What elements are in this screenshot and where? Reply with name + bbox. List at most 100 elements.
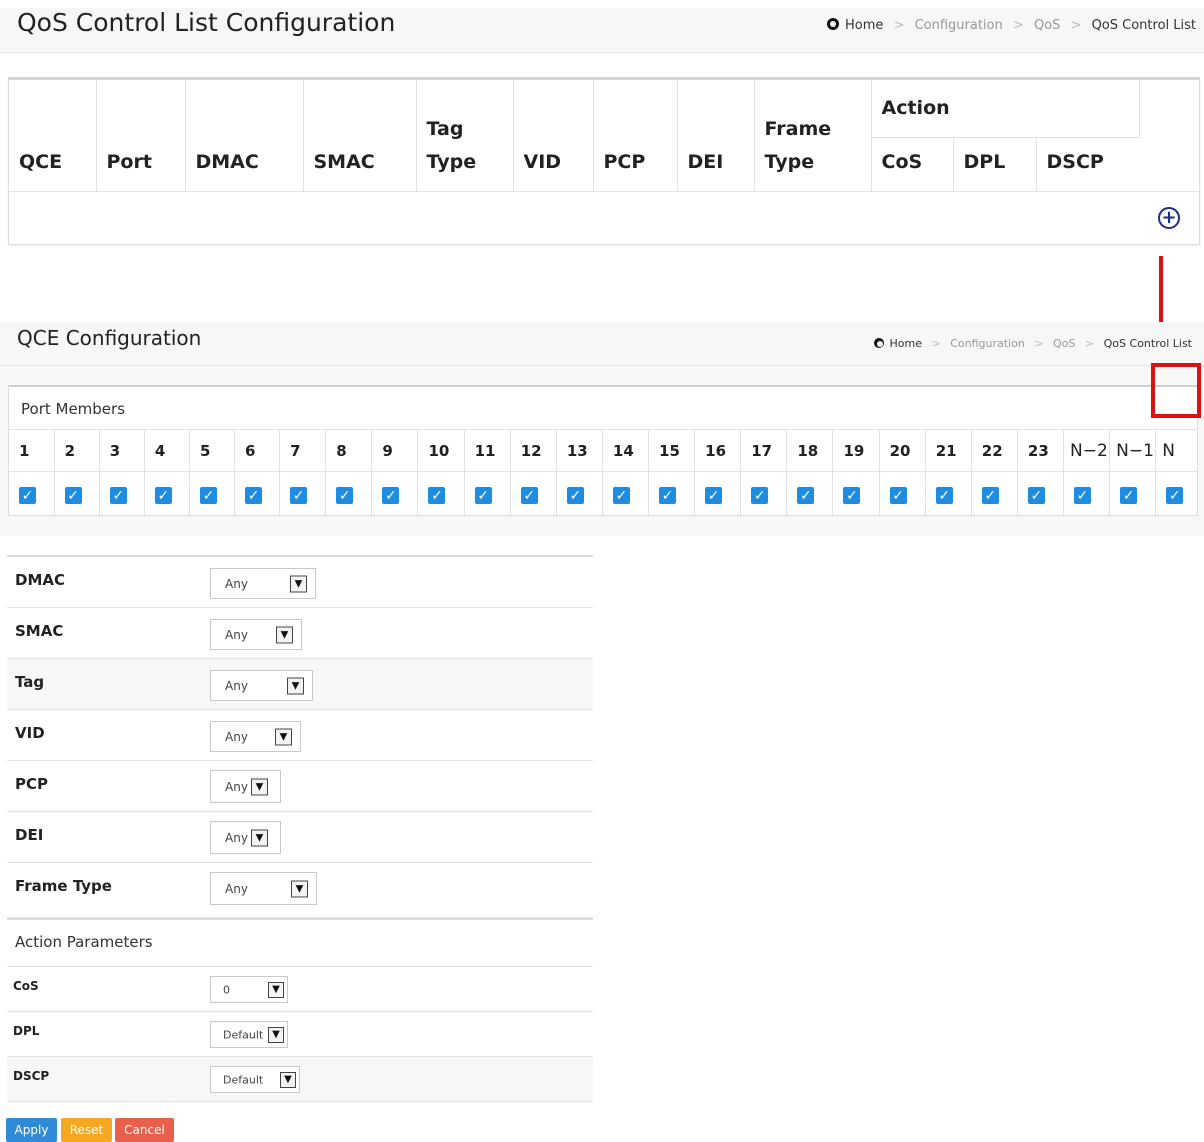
port-checkbox[interactable]: ✓ [705,487,723,504]
qce-list-table: QCE Port DMAC SMAC Tag Type VID PCP DEI F… [8,77,1200,245]
port-checkbox[interactable]: ✓ [474,487,492,504]
chevron-down-icon: ▼ [287,677,304,694]
port-checkbox[interactable]: ✓ [935,487,953,504]
col-tag-type-line2: Type [426,150,477,173]
port-checkbox-cell: ✓ [879,471,926,517]
col-frame-type: Frame Type [754,80,872,192]
port-checkbox[interactable]: ✓ [154,487,172,504]
port-checkbox[interactable]: ✓ [290,487,308,504]
port-label: 8 [325,429,373,472]
port-checkbox[interactable]: ✓ [797,487,815,504]
port-members-table: 1 2 3 4 5 6 7 8 9 10 11 12 13 14 15 16 17 18 19 20 21 22 23 N−2… [9,429,1197,517]
port-checkbox-cell: ✓ [832,471,880,517]
cancel-button[interactable]: Cancel [115,1118,174,1142]
port-checkbox-cell: ✓ [99,471,145,517]
port-checkbox-cell: ✓ [510,471,557,517]
smac-select-value: Any [225,627,248,642]
port-checkbox[interactable]: ✓ [19,487,36,504]
breadcrumb-configuration[interactable]: Configuration [915,18,1003,33]
port-checkbox[interactable]: ✓ [1120,487,1138,504]
port-checkbox[interactable]: ✓ [612,487,630,504]
chevron-down-icon: ▼ [291,880,308,897]
tag-select-value: Any [225,678,248,693]
col-dpl: DPL [953,137,1037,192]
port-label: 15 [648,429,696,472]
port-checkbox[interactable]: ✓ [199,487,217,504]
col-tag-type-line1: Tag [426,117,464,140]
port-label: 14 [602,429,650,472]
port-label: 11 [464,429,511,472]
port-checkbox[interactable]: ✓ [428,487,446,504]
port-label: 4 [144,429,190,472]
port-checkbox[interactable]: ✓ [520,487,538,504]
pcp-label: PCP [15,775,48,793]
dei-select[interactable]: Any ▼ [210,821,281,854]
port-checkbox-cell: ✓ [971,471,1018,517]
port-checkbox[interactable]: ✓ [382,487,400,504]
vid-select[interactable]: Any ▼ [210,721,301,752]
col-dei: DEI [677,80,755,192]
plus-circle-icon[interactable]: + [1158,206,1180,229]
smac-select[interactable]: Any ▼ [210,619,302,650]
dpl-select[interactable]: Default ▼ [210,1021,288,1048]
port-checkbox[interactable]: ✓ [336,487,354,504]
chevron-down-icon: ▼ [251,778,268,795]
port-checkbox[interactable]: ✓ [981,487,999,504]
port-number-row: 1 2 3 4 5 6 7 8 9 10 11 12 13 14 15 16 17 18 19 20 21 22 23 N−2… [9,429,1197,472]
port-checkbox-cell: ✓ [1017,471,1065,517]
pcp-select-value: Any [225,779,248,794]
dscp-row: DSCP Default ▼ [7,1057,593,1102]
port-label: 17 [740,429,788,472]
add-cell: + [1139,191,1199,244]
apply-button[interactable]: Apply [6,1118,57,1142]
port-label: 3 [99,429,145,472]
cos-select[interactable]: 0 ▼ [210,976,288,1003]
dscp-select-value: Default [223,1073,264,1086]
col-dscp: DSCP [1036,137,1139,192]
reset-button[interactable]: Reset [61,1118,112,1142]
port-checkbox[interactable]: ✓ [751,487,769,504]
tag-select[interactable]: Any ▼ [210,670,313,701]
port-label: 7 [279,429,327,472]
port-checkbox[interactable]: ✓ [889,487,907,504]
port-checkbox[interactable]: ✓ [245,487,263,504]
port-checkbox[interactable]: ✓ [1074,487,1092,504]
page-title: QoS Control List Configuration [17,8,396,37]
dpl-row: DPL Default ▼ [7,1012,593,1057]
breadcrumb-qos[interactable]: QoS [1034,18,1060,33]
port-checkbox[interactable]: ✓ [109,487,127,504]
breadcrumb-separator: > [931,337,941,350]
port-checkbox-cell: ✓ [602,471,650,517]
breadcrumb-qos[interactable]: QoS [1053,337,1075,350]
port-members-panel: Port Members 1 2 3 4 5 6 7 8 9 10 11 12 13 14 15 16 17 18… [0,366,1204,536]
vid-label: VID [15,724,45,742]
vid-row: VID Any ▼ [7,710,593,761]
port-checkbox-cell: ✓ [925,471,972,517]
dmac-row: DMAC Any ▼ [7,557,593,608]
port-checkbox[interactable]: ✓ [1027,487,1045,504]
port-label: 19 [832,429,880,472]
port-label: N−2 [1063,429,1111,472]
frame-type-select[interactable]: Any ▼ [210,872,317,905]
port-checkbox[interactable]: ✓ [843,487,861,504]
port-label: 9 [371,429,419,472]
col-dmac: DMAC [185,80,304,192]
port-checkbox[interactable]: ✓ [1166,487,1184,504]
port-checkbox-cell: ✓ [786,471,834,517]
dscp-select[interactable]: Default ▼ [210,1066,300,1093]
port-checkbox[interactable]: ✓ [566,487,584,504]
config-page-title: QCE Configuration [17,326,202,350]
pcp-select[interactable]: Any ▼ [210,770,281,803]
breadcrumb-home[interactable]: Home [890,337,922,350]
action-parameters-label: Action Parameters [15,933,153,951]
smac-row: SMAC Any ▼ [7,608,593,659]
frame-type-select-value: Any [225,881,248,896]
port-checkbox[interactable]: ✓ [659,487,677,504]
cos-label: CoS [13,979,39,993]
breadcrumb-configuration[interactable]: Configuration [950,337,1025,350]
dmac-label: DMAC [15,571,65,589]
port-label: 10 [417,429,465,472]
breadcrumb-home[interactable]: Home [845,18,883,33]
dmac-select[interactable]: Any ▼ [210,568,316,599]
port-checkbox[interactable]: ✓ [64,487,82,504]
